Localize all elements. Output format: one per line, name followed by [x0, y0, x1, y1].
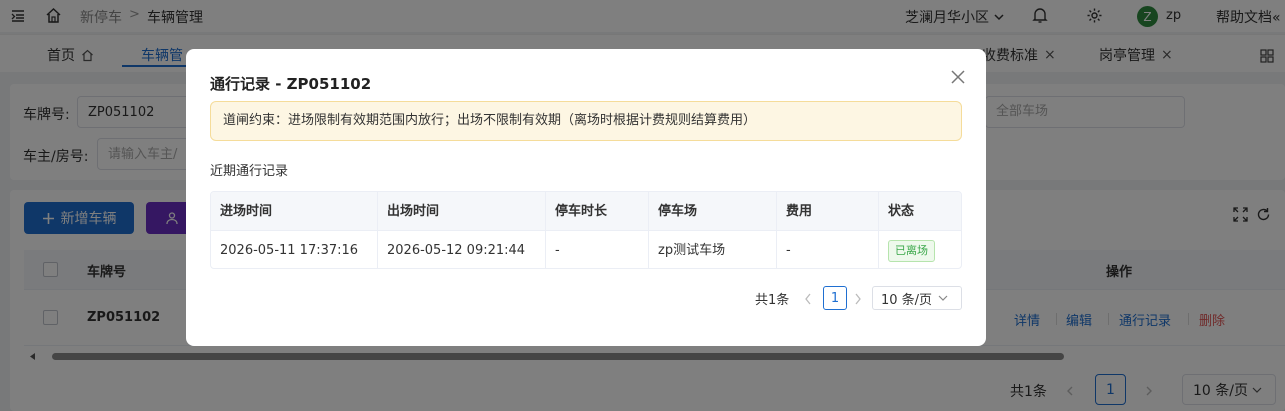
column-lot: 停车场 [649, 192, 777, 231]
chevron-down-icon [938, 295, 948, 301]
dialog-pager-total: 共1条 [755, 293, 790, 308]
column-status: 状态 [888, 204, 915, 219]
recent-records-title: 近期通行记录 [210, 164, 289, 179]
pass-records-dialog: 通行记录 - ZP051102 道闸约束：进场限制有效期范围内放行；出场不限制有… [186, 49, 986, 346]
column-entry-time: 进场时间 [211, 192, 378, 231]
record-fee: - [777, 231, 879, 268]
dialog-page-size-select[interactable]: 10 条/页 [872, 286, 962, 310]
record-exit-time: 2026-05-12 09:21:44 [378, 231, 546, 268]
gate-constraint-alert: 道闸约束：进场限制有效期范围内放行；出场不限制有效期（离场时根据计费规则结算费用… [210, 101, 962, 141]
dialog-page-1-button[interactable]: 1 [823, 286, 847, 310]
table-row: 2026-05-11 17:37:16 2026-05-12 09:21:44 … [211, 231, 961, 268]
dialog-title: 通行记录 - ZP051102 [210, 75, 372, 93]
status-badge: 已离场 [888, 239, 935, 262]
record-lot: zp测试车场 [649, 231, 777, 268]
column-fee: 费用 [777, 192, 879, 231]
records-table: 进场时间 出场时间 停车时长 停车场 费用 状态 2026-05-11 17:3… [210, 191, 962, 269]
column-exit-time: 出场时间 [378, 192, 546, 231]
record-status-cell: 已离场 [879, 231, 961, 268]
records-table-header: 进场时间 出场时间 停车时长 停车场 费用 状态 [211, 192, 961, 231]
close-icon[interactable] [950, 69, 966, 85]
column-duration: 停车时长 [546, 192, 649, 231]
record-duration: - [546, 231, 649, 268]
chevron-right-icon[interactable] [854, 293, 862, 305]
chevron-left-icon[interactable] [804, 293, 812, 305]
dialog-page-size-value: 10 条/页 [881, 292, 933, 308]
record-entry-time: 2026-05-11 17:37:16 [211, 231, 378, 268]
